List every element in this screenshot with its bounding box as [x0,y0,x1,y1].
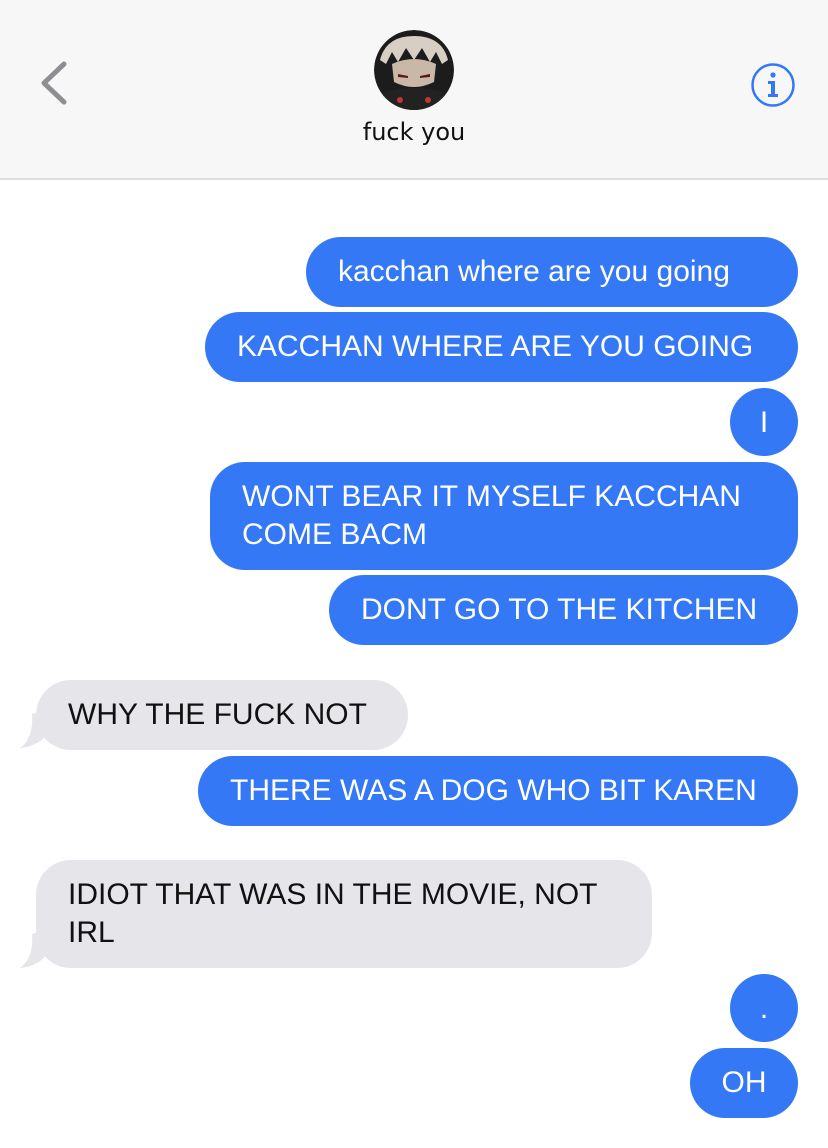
message-text: WONT BEAR IT MYSELF KACCHAN COME BACM [242,480,741,551]
message-text: DONT GO TO THE KITCHEN [361,593,758,626]
outgoing-message[interactable]: KACCHAN WHERE ARE YOU GOING [205,312,798,382]
message-thread[interactable]: kacchan where are you going KACCHAN WHER… [0,180,828,1148]
outgoing-message[interactable]: WONT BEAR IT MYSELF KACCHAN COME BACM [210,462,798,570]
message-text: I [759,406,769,439]
outgoing-message[interactable]: kacchan where are you going [306,237,798,307]
outgoing-message[interactable]: I [730,388,798,456]
contact-name[interactable]: fuck you [0,118,828,146]
message-text: IDIOT THAT WAS IN THE MOVIE, NOT IRL [68,878,597,949]
message-text: WHY THE FUCK NOT [68,698,367,731]
message-text: KACCHAN WHERE ARE YOU GOING [237,330,754,363]
back-button[interactable] [30,52,80,112]
conversation-header: fuck you [0,0,828,180]
outgoing-message[interactable]: THERE WAS A DOG WHO BIT KAREN [198,756,798,826]
chevron-left-icon [41,61,67,105]
outgoing-message[interactable]: DONT GO TO THE KITCHEN [329,575,798,645]
outgoing-message[interactable]: OH [690,1048,798,1118]
incoming-message[interactable]: IDIOT THAT WAS IN THE MOVIE, NOT IRL [36,860,652,968]
outgoing-message[interactable]: . [730,974,798,1042]
message-text: OH [721,1066,767,1099]
contact-avatar[interactable] [374,30,454,110]
message-text: THERE WAS A DOG WHO BIT KAREN [230,774,757,807]
info-icon [751,63,795,107]
message-text: . [759,992,769,1025]
avatar-image [374,30,454,110]
incoming-message[interactable]: WHY THE FUCK NOT [36,680,408,750]
message-text: kacchan where are you going [338,255,730,288]
info-button[interactable] [750,62,796,108]
